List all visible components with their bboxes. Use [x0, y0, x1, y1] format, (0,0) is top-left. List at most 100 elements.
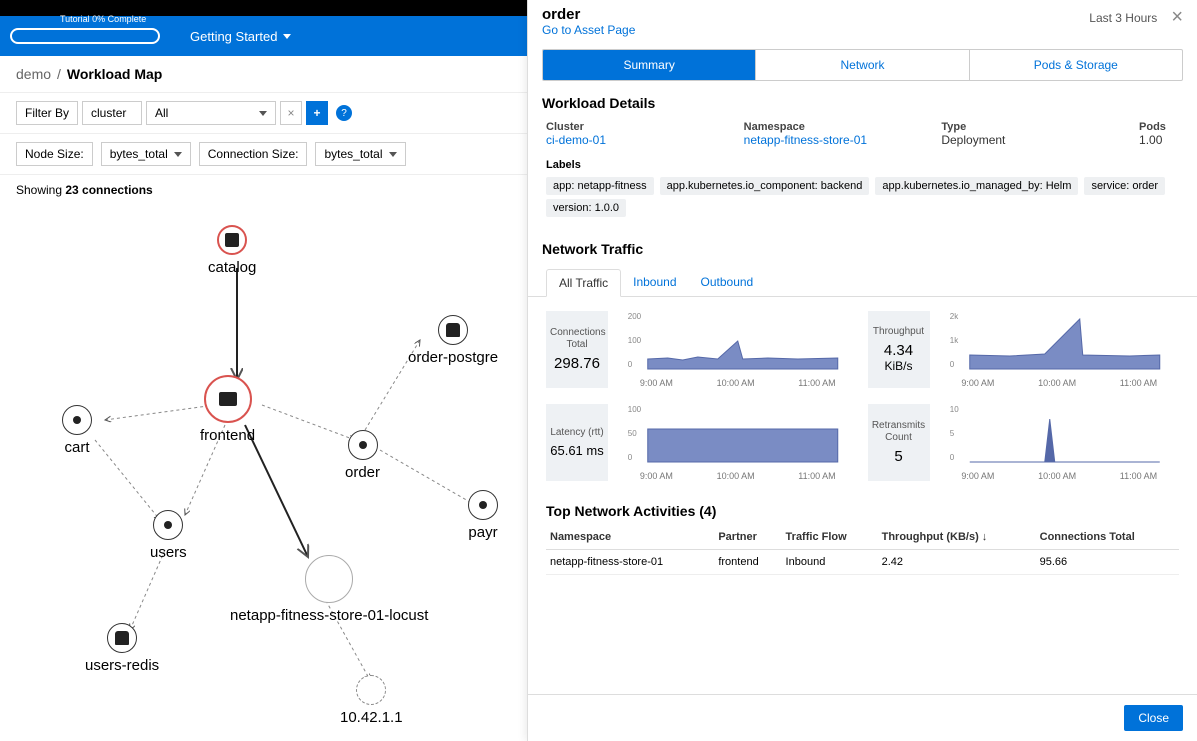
node-frontend[interactable]: frontend [200, 375, 255, 444]
metrics-row-1: Connections Total 298.76 200 100 0 9:00 … [528, 307, 1197, 400]
gear-icon [225, 233, 239, 247]
subtab-all-traffic[interactable]: All Traffic [546, 269, 621, 297]
chevron-down-icon [283, 34, 291, 39]
type-label: Type [941, 121, 1099, 133]
svg-text:0: 0 [628, 360, 633, 369]
node-size-label: Node Size: [16, 142, 93, 166]
pods-label: Pods [1139, 121, 1179, 133]
cluster-label: Cluster [546, 121, 704, 133]
metric-connections: Connections Total 298.76 [546, 311, 608, 388]
node-users[interactable]: users [150, 510, 187, 561]
metric-latency: Latency (rtt) 65.61 ms [546, 404, 608, 481]
namespace-label: Namespace [744, 121, 902, 133]
metric-retransmits: Retransmits Count 5 [868, 404, 930, 481]
subtab-inbound[interactable]: Inbound [621, 269, 688, 296]
svg-text:0: 0 [949, 360, 954, 369]
col-connections[interactable]: Connections Total [1036, 525, 1179, 550]
label-chip[interactable]: app.kubernetes.io_managed_by: Helm [875, 177, 1078, 195]
tab-pods-storage[interactable]: Pods & Storage [970, 50, 1182, 80]
svg-text:2k: 2k [949, 312, 958, 321]
top-network-activities-table: Namespace Partner Traffic Flow Throughpu… [546, 525, 1179, 575]
metrics-row-2: Latency (rtt) 65.61 ms 100 50 0 9:00 AM1… [528, 400, 1197, 493]
details-panel: order Go to Asset Page Last 3 Hours × Su… [527, 0, 1197, 741]
filter-by-label: Filter By [16, 101, 78, 125]
col-partner[interactable]: Partner [714, 525, 781, 550]
chevron-down-icon [389, 152, 397, 157]
namespace-value[interactable]: netapp-fitness-store-01 [744, 133, 902, 147]
svg-text:5: 5 [949, 429, 954, 438]
workload-details-title: Workload Details [528, 89, 1197, 117]
latency-chart[interactable]: 100 50 0 9:00 AM10:00 AM11:00 AM [618, 404, 858, 481]
node-order[interactable]: order [345, 430, 380, 481]
node-cart[interactable]: cart [62, 405, 92, 456]
filter-value-select[interactable]: All [146, 101, 276, 125]
monitor-icon [219, 392, 237, 406]
breadcrumb-page: Workload Map [67, 66, 162, 82]
svg-text:10: 10 [949, 405, 958, 414]
close-button[interactable]: Close [1124, 705, 1183, 731]
node-payment[interactable]: payr [468, 490, 498, 541]
node-order-postgres[interactable]: order-postgre [408, 315, 498, 366]
labels-section: Labels app: netapp-fitness app.kubernete… [528, 155, 1197, 235]
database-icon [115, 631, 129, 645]
network-traffic-title: Network Traffic [528, 235, 1197, 263]
connections-chart[interactable]: 200 100 0 9:00 AM10:00 AM11:00 AM [618, 311, 858, 388]
clear-filter-button[interactable]: × [280, 101, 302, 125]
node-users-redis[interactable]: users-redis [85, 623, 159, 674]
svg-text:100: 100 [628, 405, 642, 414]
add-filter-button[interactable]: + [306, 101, 328, 125]
type-value: Deployment [941, 133, 1099, 147]
label-chip[interactable]: version: 1.0.0 [546, 199, 626, 217]
tab-network[interactable]: Network [756, 50, 969, 80]
chevron-down-icon [174, 152, 182, 157]
svg-text:0: 0 [949, 453, 954, 462]
tutorial-progress-bar[interactable] [10, 28, 160, 44]
service-icon [164, 521, 172, 529]
database-icon [446, 323, 460, 337]
cluster-value[interactable]: ci-demo-01 [546, 133, 704, 147]
getting-started-dropdown[interactable]: Getting Started [190, 29, 291, 44]
label-chip[interactable]: service: order [1084, 177, 1165, 195]
traffic-subtabs: All Traffic Inbound Outbound [528, 269, 1197, 297]
tutorial-progress: Tutorial 0% Complete [60, 14, 146, 24]
panel-footer: Close [528, 694, 1197, 741]
throughput-chart[interactable]: 2k 1k 0 9:00 AM10:00 AM11:00 AM [940, 311, 1180, 388]
node-locust[interactable]: netapp-fitness-store-01-locust [230, 555, 428, 624]
service-icon [73, 416, 81, 424]
metric-throughput: Throughput 4.34 KiB/s [868, 311, 930, 388]
label-chip[interactable]: app.kubernetes.io_component: backend [660, 177, 870, 195]
timerange-label[interactable]: Last 3 Hours [1089, 11, 1157, 25]
getting-started-label: Getting Started [190, 29, 277, 44]
panel-header: order Go to Asset Page Last 3 Hours × [528, 0, 1197, 41]
filter-field-select[interactable]: cluster [82, 101, 142, 125]
breadcrumb-root[interactable]: demo [16, 66, 51, 82]
svg-text:50: 50 [628, 429, 637, 438]
col-throughput[interactable]: Throughput (KB/s) ↓ [878, 525, 1036, 550]
workload-details: Cluster ci-demo-01 Namespace netapp-fitn… [528, 117, 1197, 155]
top-network-activities-title: Top Network Activities (4) [528, 493, 1197, 525]
col-traffic-flow[interactable]: Traffic Flow [782, 525, 878, 550]
chevron-down-icon [259, 111, 267, 116]
panel-tabs: Summary Network Pods & Storage [542, 49, 1183, 81]
service-icon [479, 501, 487, 509]
tab-summary[interactable]: Summary [543, 50, 756, 80]
node-ip[interactable]: 10.42.1.1 [340, 675, 403, 726]
conn-size-label: Connection Size: [199, 142, 308, 166]
svg-text:0: 0 [628, 453, 633, 462]
label-chip[interactable]: app: netapp-fitness [546, 177, 654, 195]
table-row[interactable]: netapp-fitness-store-01 frontend Inbound… [546, 550, 1179, 575]
col-namespace[interactable]: Namespace [546, 525, 714, 550]
retransmits-chart[interactable]: 10 5 0 9:00 AM10:00 AM11:00 AM [940, 404, 1180, 481]
svg-text:1k: 1k [949, 336, 958, 345]
service-icon [359, 441, 367, 449]
help-icon[interactable]: ? [336, 105, 352, 121]
subtab-outbound[interactable]: Outbound [689, 269, 766, 296]
node-catalog[interactable]: catalog [208, 225, 256, 276]
node-size-select[interactable]: bytes_total [101, 142, 191, 166]
close-icon[interactable]: × [1171, 6, 1183, 29]
pods-value: 1.00 [1139, 133, 1179, 147]
panel-title: order [542, 6, 635, 23]
svg-text:100: 100 [628, 336, 642, 345]
conn-size-select[interactable]: bytes_total [315, 142, 405, 166]
asset-page-link[interactable]: Go to Asset Page [542, 23, 635, 37]
